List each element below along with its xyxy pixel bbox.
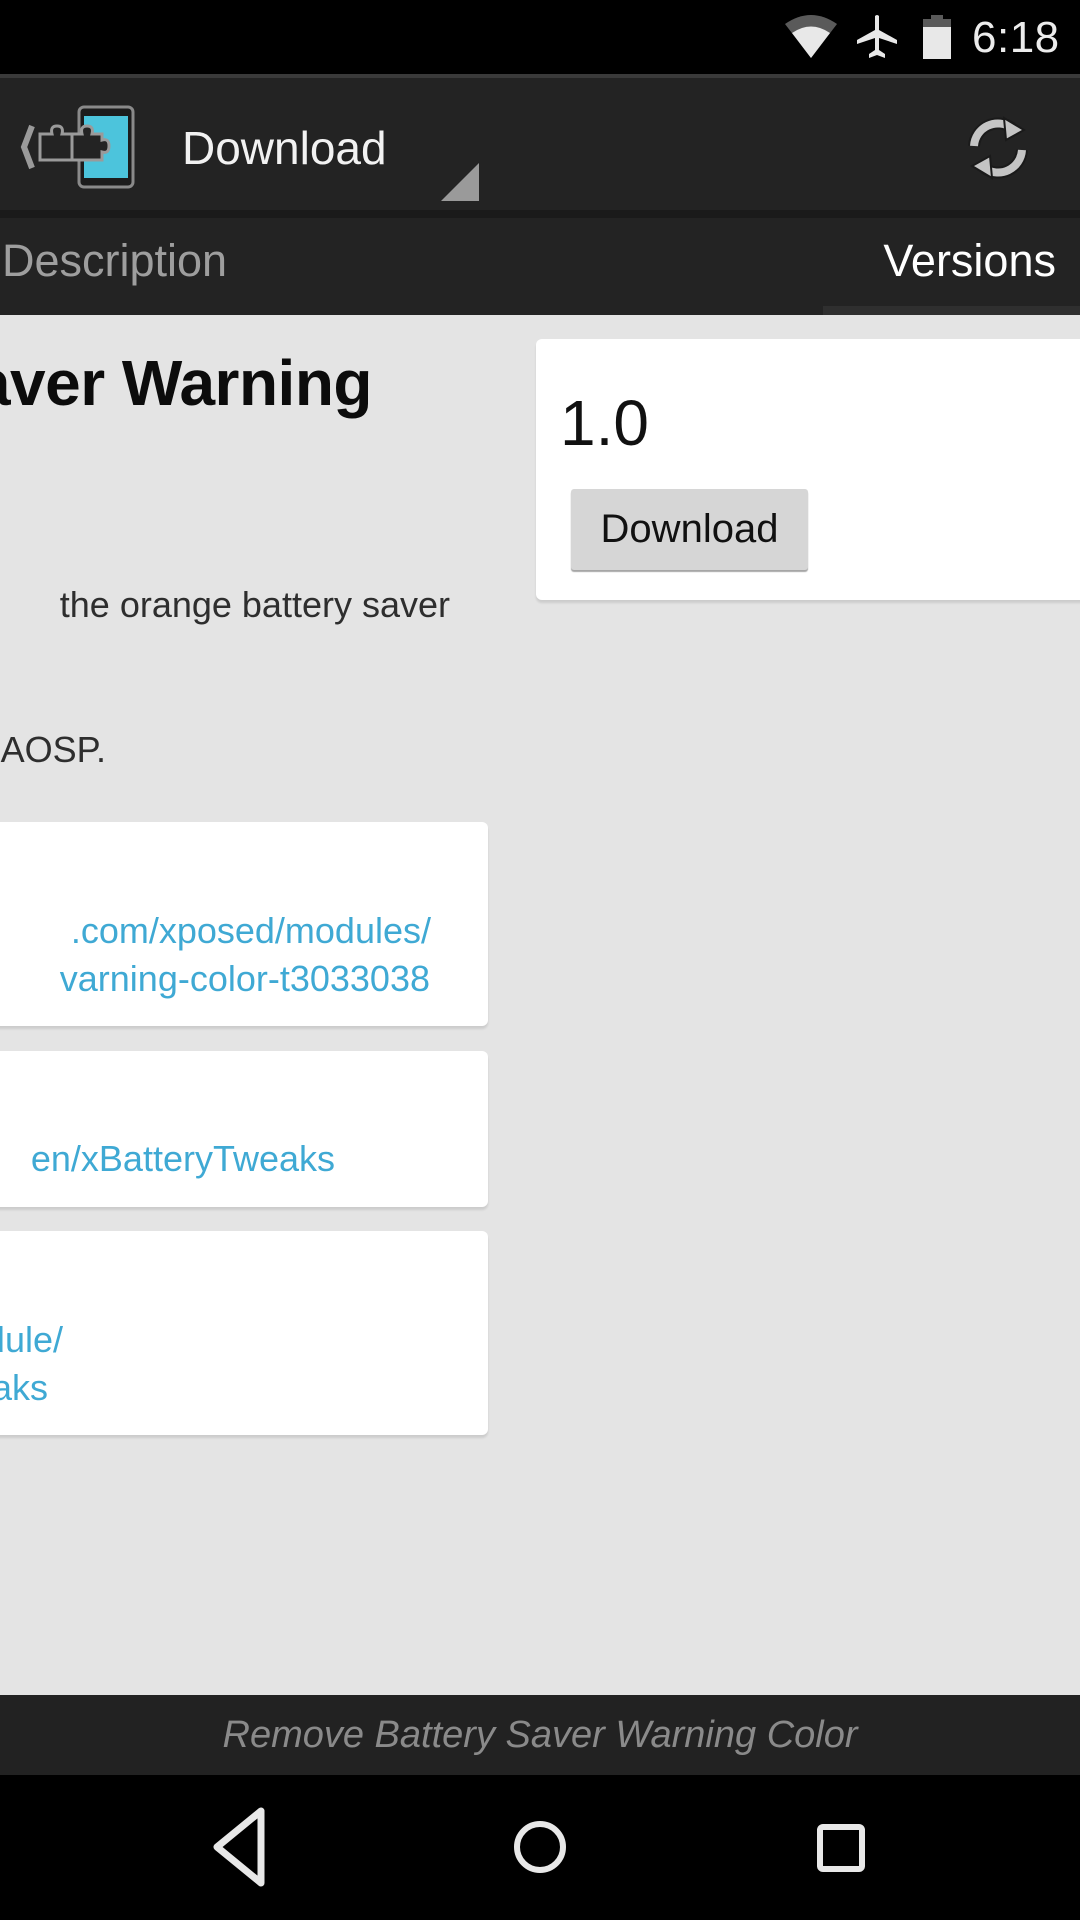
source-link-card[interactable]: en/xBatteryTweaks [0, 1051, 488, 1207]
tab-selected-indicator [823, 306, 1080, 315]
version-card: 1.0 Download [536, 339, 1080, 600]
navigation-bar [0, 1775, 1080, 1920]
recents-icon [817, 1824, 865, 1872]
support-link[interactable]: varning-color-t3033038 [60, 955, 430, 1003]
spinner-selected-label: Download [182, 122, 387, 174]
app-logo-up-button[interactable] [10, 104, 136, 190]
action-bar-divider [0, 210, 1080, 218]
repo-link-card[interactable]: dule/ aks [0, 1231, 488, 1435]
back-button[interactable] [180, 1797, 300, 1897]
home-button[interactable] [480, 1797, 600, 1897]
wifi-icon [785, 14, 837, 60]
refresh-icon [968, 116, 1028, 180]
spinner-dropdown-icon [441, 163, 479, 201]
xposed-logo-icon [20, 105, 135, 189]
description-text-line: the orange battery saver [59, 584, 450, 625]
repo-link[interactable]: aks [0, 1364, 48, 1412]
airplane-mode-icon [855, 14, 899, 60]
back-icon [213, 1807, 265, 1887]
version-name: 1.0 [560, 387, 649, 459]
tab-description[interactable]: Description [0, 218, 420, 315]
battery-icon [922, 14, 952, 60]
status-bar: 6:18 [0, 0, 1080, 76]
recents-button[interactable] [780, 1797, 900, 1897]
tab-versions-label: Versions [883, 235, 1056, 286]
tab-description-label: Description [2, 235, 228, 286]
action-bar: Download [0, 78, 1080, 212]
support-link[interactable]: .com/xposed/modules/ [71, 907, 431, 955]
module-name-footer: Remove Battery Saver Warning Color [0, 1695, 1080, 1775]
description-page: aver Warning the orange battery saver AO… [0, 315, 540, 1695]
repo-link[interactable]: dule/ [0, 1316, 63, 1364]
tab-bar: Description Versions [0, 218, 1080, 315]
source-link[interactable]: en/xBatteryTweaks [31, 1135, 335, 1183]
module-title: aver Warning [0, 347, 373, 419]
content-pager[interactable]: aver Warning the orange battery saver AO… [0, 315, 1080, 1695]
home-icon [514, 1821, 566, 1873]
module-name: Remove Battery Saver Warning Color [222, 1714, 858, 1756]
description-text-line: AOSP. [0, 729, 106, 770]
support-link-card[interactable]: .com/xposed/modules/ varning-color-t3033… [0, 822, 488, 1026]
clock: 6:18 [972, 13, 1060, 62]
refresh-button[interactable] [950, 100, 1046, 196]
download-button[interactable]: Download [571, 489, 808, 570]
tab-versions[interactable]: Versions [823, 218, 1080, 315]
section-spinner[interactable]: Download [160, 78, 480, 212]
